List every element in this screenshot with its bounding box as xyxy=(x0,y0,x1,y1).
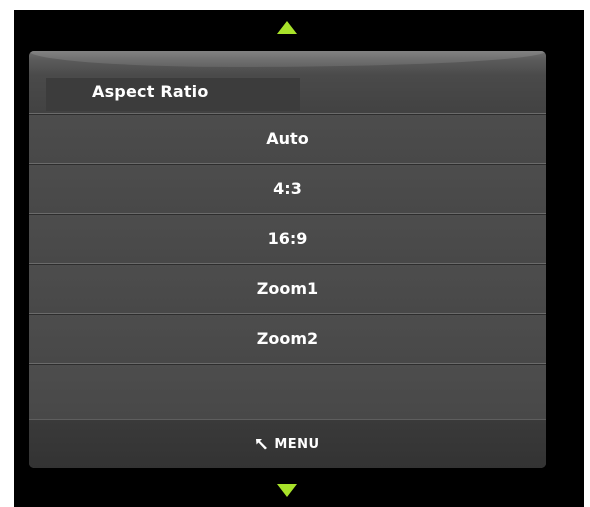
header-highlight xyxy=(29,51,546,67)
menu-header: Aspect Ratio xyxy=(29,51,546,113)
option-16-9[interactable]: 16:9 xyxy=(29,213,546,263)
aspect-ratio-menu: Aspect Ratio Auto 4:3 16:9 Zoom1 Zoom2 M… xyxy=(29,51,546,468)
option-zoom1[interactable]: Zoom1 xyxy=(29,263,546,313)
back-label: MENU xyxy=(274,436,320,452)
option-zoom2[interactable]: Zoom2 xyxy=(29,313,546,363)
up-arrow-icon[interactable] xyxy=(277,21,297,34)
back-to-menu-button[interactable]: MENU xyxy=(29,419,546,468)
option-list: Auto 4:3 16:9 Zoom1 Zoom2 xyxy=(29,113,546,419)
option-4-3[interactable]: 4:3 xyxy=(29,163,546,213)
empty-row xyxy=(29,363,546,419)
menu-title: Aspect Ratio xyxy=(92,82,209,101)
back-arrow-icon xyxy=(256,439,268,450)
down-arrow-icon[interactable] xyxy=(277,484,297,497)
option-auto[interactable]: Auto xyxy=(29,113,546,163)
osd-screen: Aspect Ratio Auto 4:3 16:9 Zoom1 Zoom2 M… xyxy=(14,10,584,507)
